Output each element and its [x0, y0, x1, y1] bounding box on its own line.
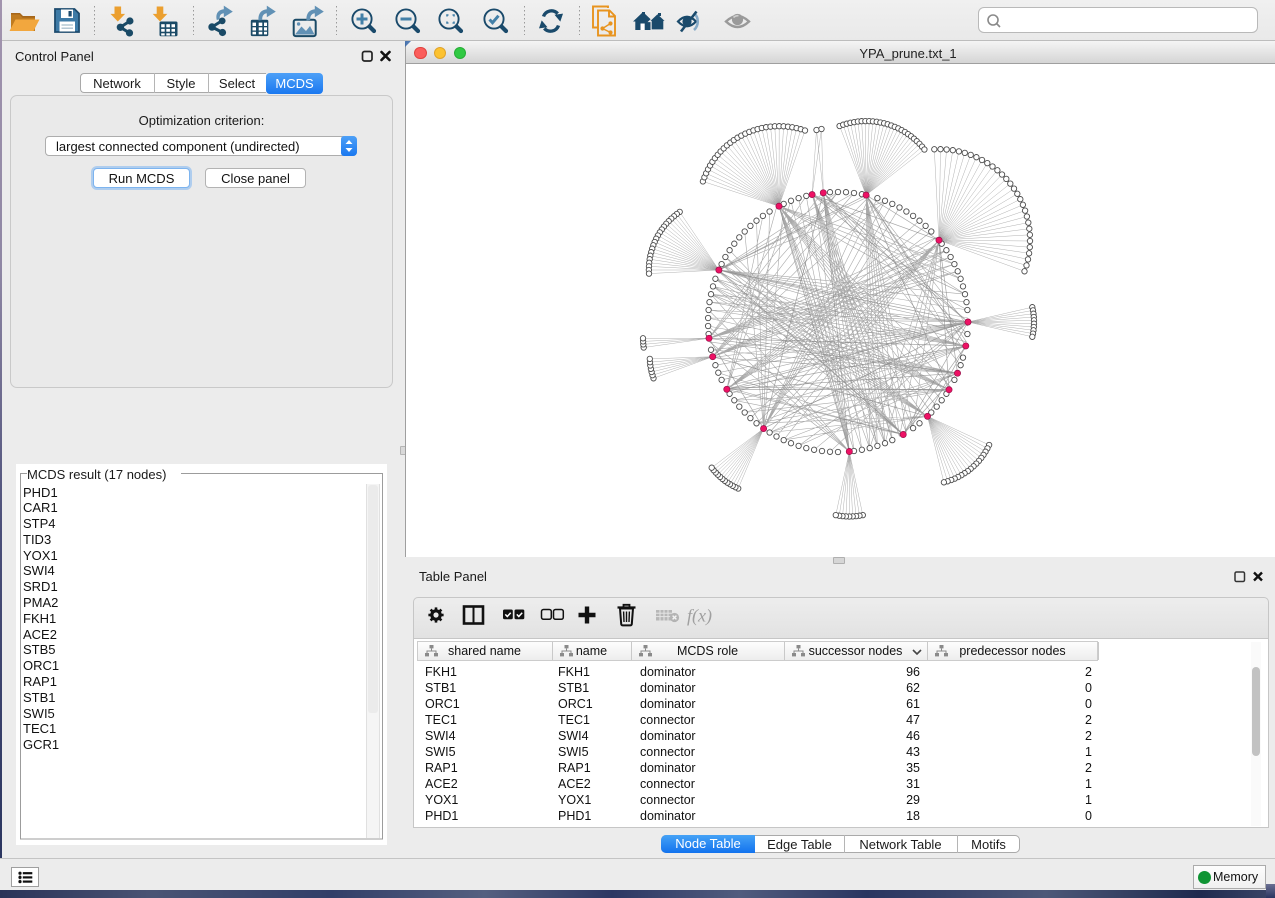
svg-text:f(x): f(x): [687, 606, 712, 627]
